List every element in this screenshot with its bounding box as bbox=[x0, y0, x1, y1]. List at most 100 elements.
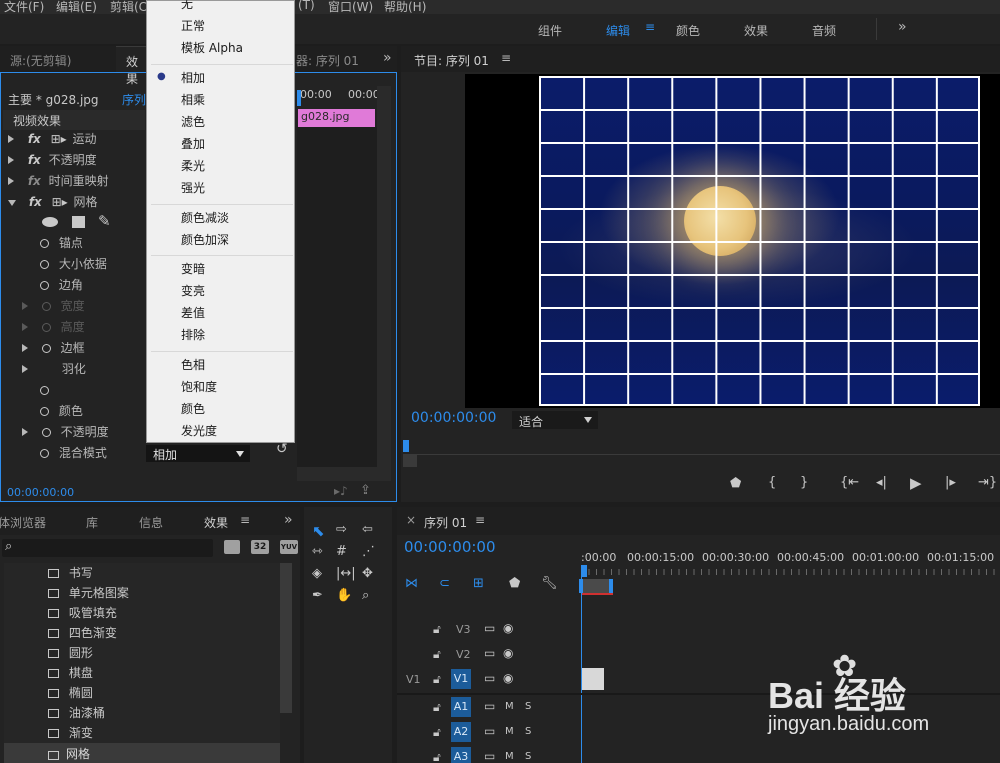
mute-button[interactable]: M bbox=[505, 751, 514, 762]
timeline-ruler[interactable]: :00:00 00:00:15:00 00:00:30:00 00:00:45:… bbox=[581, 547, 1000, 577]
menu-clip[interactable]: 剪辑(C bbox=[110, 0, 147, 15]
nest-sequence-icon[interactable]: ⊞ bbox=[473, 576, 484, 591]
reset-icon[interactable]: ↺ bbox=[276, 441, 288, 457]
program-monitor-title[interactable]: 节目: 序列 01 bbox=[414, 52, 489, 69]
eye-icon[interactable]: ◉ bbox=[503, 621, 513, 635]
expand-icon[interactable] bbox=[22, 365, 28, 373]
collapse-icon[interactable] bbox=[8, 200, 16, 206]
menu-item-lighten[interactable]: 变亮 bbox=[181, 280, 205, 302]
property-feather[interactable]: 羽化 bbox=[22, 359, 86, 380]
hand-move-icon[interactable]: ✥ bbox=[362, 566, 373, 581]
solo-button[interactable]: S bbox=[525, 726, 531, 737]
yuv-effects-icon[interactable]: YUV bbox=[280, 540, 298, 554]
sequence-link[interactable]: 序列 bbox=[122, 91, 146, 108]
workspace-more-icon[interactable]: » bbox=[898, 19, 907, 35]
effects-search-input[interactable]: ⌕ bbox=[2, 539, 213, 557]
effect-item-selected[interactable]: 网格 bbox=[4, 743, 280, 763]
property-height[interactable]: 高度 bbox=[22, 317, 85, 338]
property-size-from[interactable]: 大小依据 bbox=[40, 254, 107, 275]
tab-effects[interactable]: 效果 bbox=[204, 514, 228, 531]
expand-icon[interactable] bbox=[22, 344, 28, 352]
program-zoom-bar[interactable] bbox=[403, 455, 417, 467]
toggle-sync-icon[interactable]: ▭ bbox=[484, 724, 495, 738]
timeline-timecode[interactable]: 00:00:00:00 bbox=[404, 538, 496, 556]
program-playhead[interactable] bbox=[403, 440, 409, 452]
add-marker-icon[interactable]: ⬟ bbox=[509, 576, 520, 591]
expand-icon[interactable] bbox=[8, 135, 14, 143]
effect-item[interactable]: 油漆桶 bbox=[48, 703, 105, 724]
menu-file[interactable]: 文件(F) bbox=[4, 0, 44, 15]
menu-item-darken[interactable]: 变暗 bbox=[181, 258, 205, 280]
track-target-v1[interactable]: V1 bbox=[451, 669, 471, 689]
32bit-effects-icon[interactable]: 32 bbox=[251, 540, 269, 554]
menu-item-hue[interactable]: 色相 bbox=[181, 354, 205, 376]
effect-item[interactable]: 单元格图案 bbox=[48, 583, 129, 604]
timeline-playhead[interactable] bbox=[581, 565, 587, 577]
panel-more-icon[interactable]: » bbox=[284, 512, 293, 528]
expand-icon[interactable] bbox=[8, 156, 14, 164]
panel-menu-icon[interactable]: ≡ bbox=[240, 513, 250, 527]
stopwatch-icon[interactable] bbox=[41, 302, 51, 311]
stopwatch-icon[interactable] bbox=[40, 281, 49, 290]
snap-icon[interactable]: ⋈ bbox=[405, 576, 418, 591]
stopwatch-icon[interactable] bbox=[40, 386, 49, 395]
panel-menu-icon[interactable]: ≡ bbox=[501, 51, 511, 65]
eye-icon[interactable]: ◉ bbox=[503, 646, 513, 660]
rate-stretch-icon[interactable]: # bbox=[336, 544, 347, 559]
property-opacity[interactable]: 不透明度 bbox=[22, 422, 109, 443]
menu-item-soft-light[interactable]: 柔光 bbox=[181, 155, 205, 177]
effect-item[interactable]: 棋盘 bbox=[48, 663, 93, 684]
track-target-a3[interactable]: A3 bbox=[451, 747, 471, 763]
menu-item-stencil-alpha[interactable]: 模板 Alpha bbox=[181, 37, 243, 59]
menu-item-screen[interactable]: 滤色 bbox=[181, 111, 205, 133]
menu-item-color-burn[interactable]: 颜色加深 bbox=[181, 229, 229, 251]
menu-item-color-dodge[interactable]: 颜色减淡 bbox=[181, 207, 229, 229]
selection-tool-icon[interactable]: ⬉ bbox=[312, 522, 325, 540]
mute-button[interactable]: M bbox=[505, 726, 514, 737]
mark-in-icon[interactable]: { bbox=[768, 475, 776, 490]
tab-libraries[interactable]: 库 bbox=[86, 514, 98, 531]
tab-effect-controls[interactable]: 效果 bbox=[116, 46, 146, 86]
effect-item[interactable]: 圆形 bbox=[48, 643, 93, 664]
zoom-handle-icon[interactable] bbox=[609, 579, 613, 593]
stopwatch-icon[interactable] bbox=[40, 449, 49, 458]
track-label[interactable]: V3 bbox=[456, 623, 471, 636]
stopwatch-icon[interactable] bbox=[41, 344, 51, 353]
lock-icon[interactable]: 🔓︎ bbox=[433, 700, 441, 715]
workspace-color[interactable]: 颜色 bbox=[676, 22, 700, 39]
effect-row-opacity[interactable]: fx 不透明度 bbox=[8, 150, 97, 171]
rectangle-mask-icon[interactable] bbox=[72, 216, 85, 228]
mark-out-icon[interactable]: } bbox=[800, 475, 808, 490]
workspace-audio[interactable]: 音频 bbox=[812, 22, 836, 39]
lock-icon[interactable]: 🔓︎ bbox=[433, 672, 441, 687]
stopwatch-icon[interactable] bbox=[40, 260, 49, 269]
track-target-a2[interactable]: A2 bbox=[451, 722, 471, 742]
solo-button[interactable]: S bbox=[525, 701, 531, 712]
effect-item[interactable]: 四色渐变 bbox=[48, 623, 117, 644]
stopwatch-icon[interactable] bbox=[40, 239, 49, 248]
tab-media-browser[interactable]: 体浏览器 bbox=[0, 514, 46, 531]
menu-item-overlay[interactable]: 叠加 bbox=[181, 133, 205, 155]
property-border[interactable]: 边框 bbox=[22, 338, 85, 359]
ec-audio-icon[interactable]: ▸♪ bbox=[334, 484, 348, 498]
effect-item[interactable]: 椭圆 bbox=[48, 683, 93, 704]
ec-scrollbar[interactable] bbox=[377, 86, 391, 467]
panel-menu-icon[interactable]: ≡ bbox=[475, 513, 485, 527]
zoom-tool-icon[interactable]: ⌕ bbox=[362, 588, 369, 603]
lock-icon[interactable]: 🔓︎ bbox=[433, 750, 441, 763]
ellipse-mask-icon[interactable] bbox=[42, 217, 58, 227]
slide-tool-icon[interactable]: |↔| bbox=[336, 566, 356, 581]
menu-item-none[interactable]: 无 bbox=[181, 0, 193, 15]
tab-mixer[interactable]: 器: 序列 01 bbox=[296, 52, 359, 69]
workspace-menu-icon[interactable]: ≡ bbox=[645, 20, 655, 34]
fit-dropdown[interactable]: 适合 bbox=[512, 411, 598, 429]
close-icon[interactable]: × bbox=[406, 513, 416, 527]
effect-row-grid[interactable]: fx ⊞▸ 网格 bbox=[8, 192, 98, 213]
track-label[interactable]: V2 bbox=[456, 648, 471, 661]
effect-item[interactable]: 吸管填充 bbox=[48, 603, 117, 624]
menu-help[interactable]: 帮助(H) bbox=[384, 0, 426, 15]
expand-icon[interactable] bbox=[22, 323, 28, 331]
menu-item-color[interactable]: 颜色 bbox=[181, 398, 205, 420]
blend-mode-dropdown[interactable]: 相加 bbox=[146, 445, 250, 462]
menu-item-saturation[interactable]: 饱和度 bbox=[181, 376, 217, 398]
